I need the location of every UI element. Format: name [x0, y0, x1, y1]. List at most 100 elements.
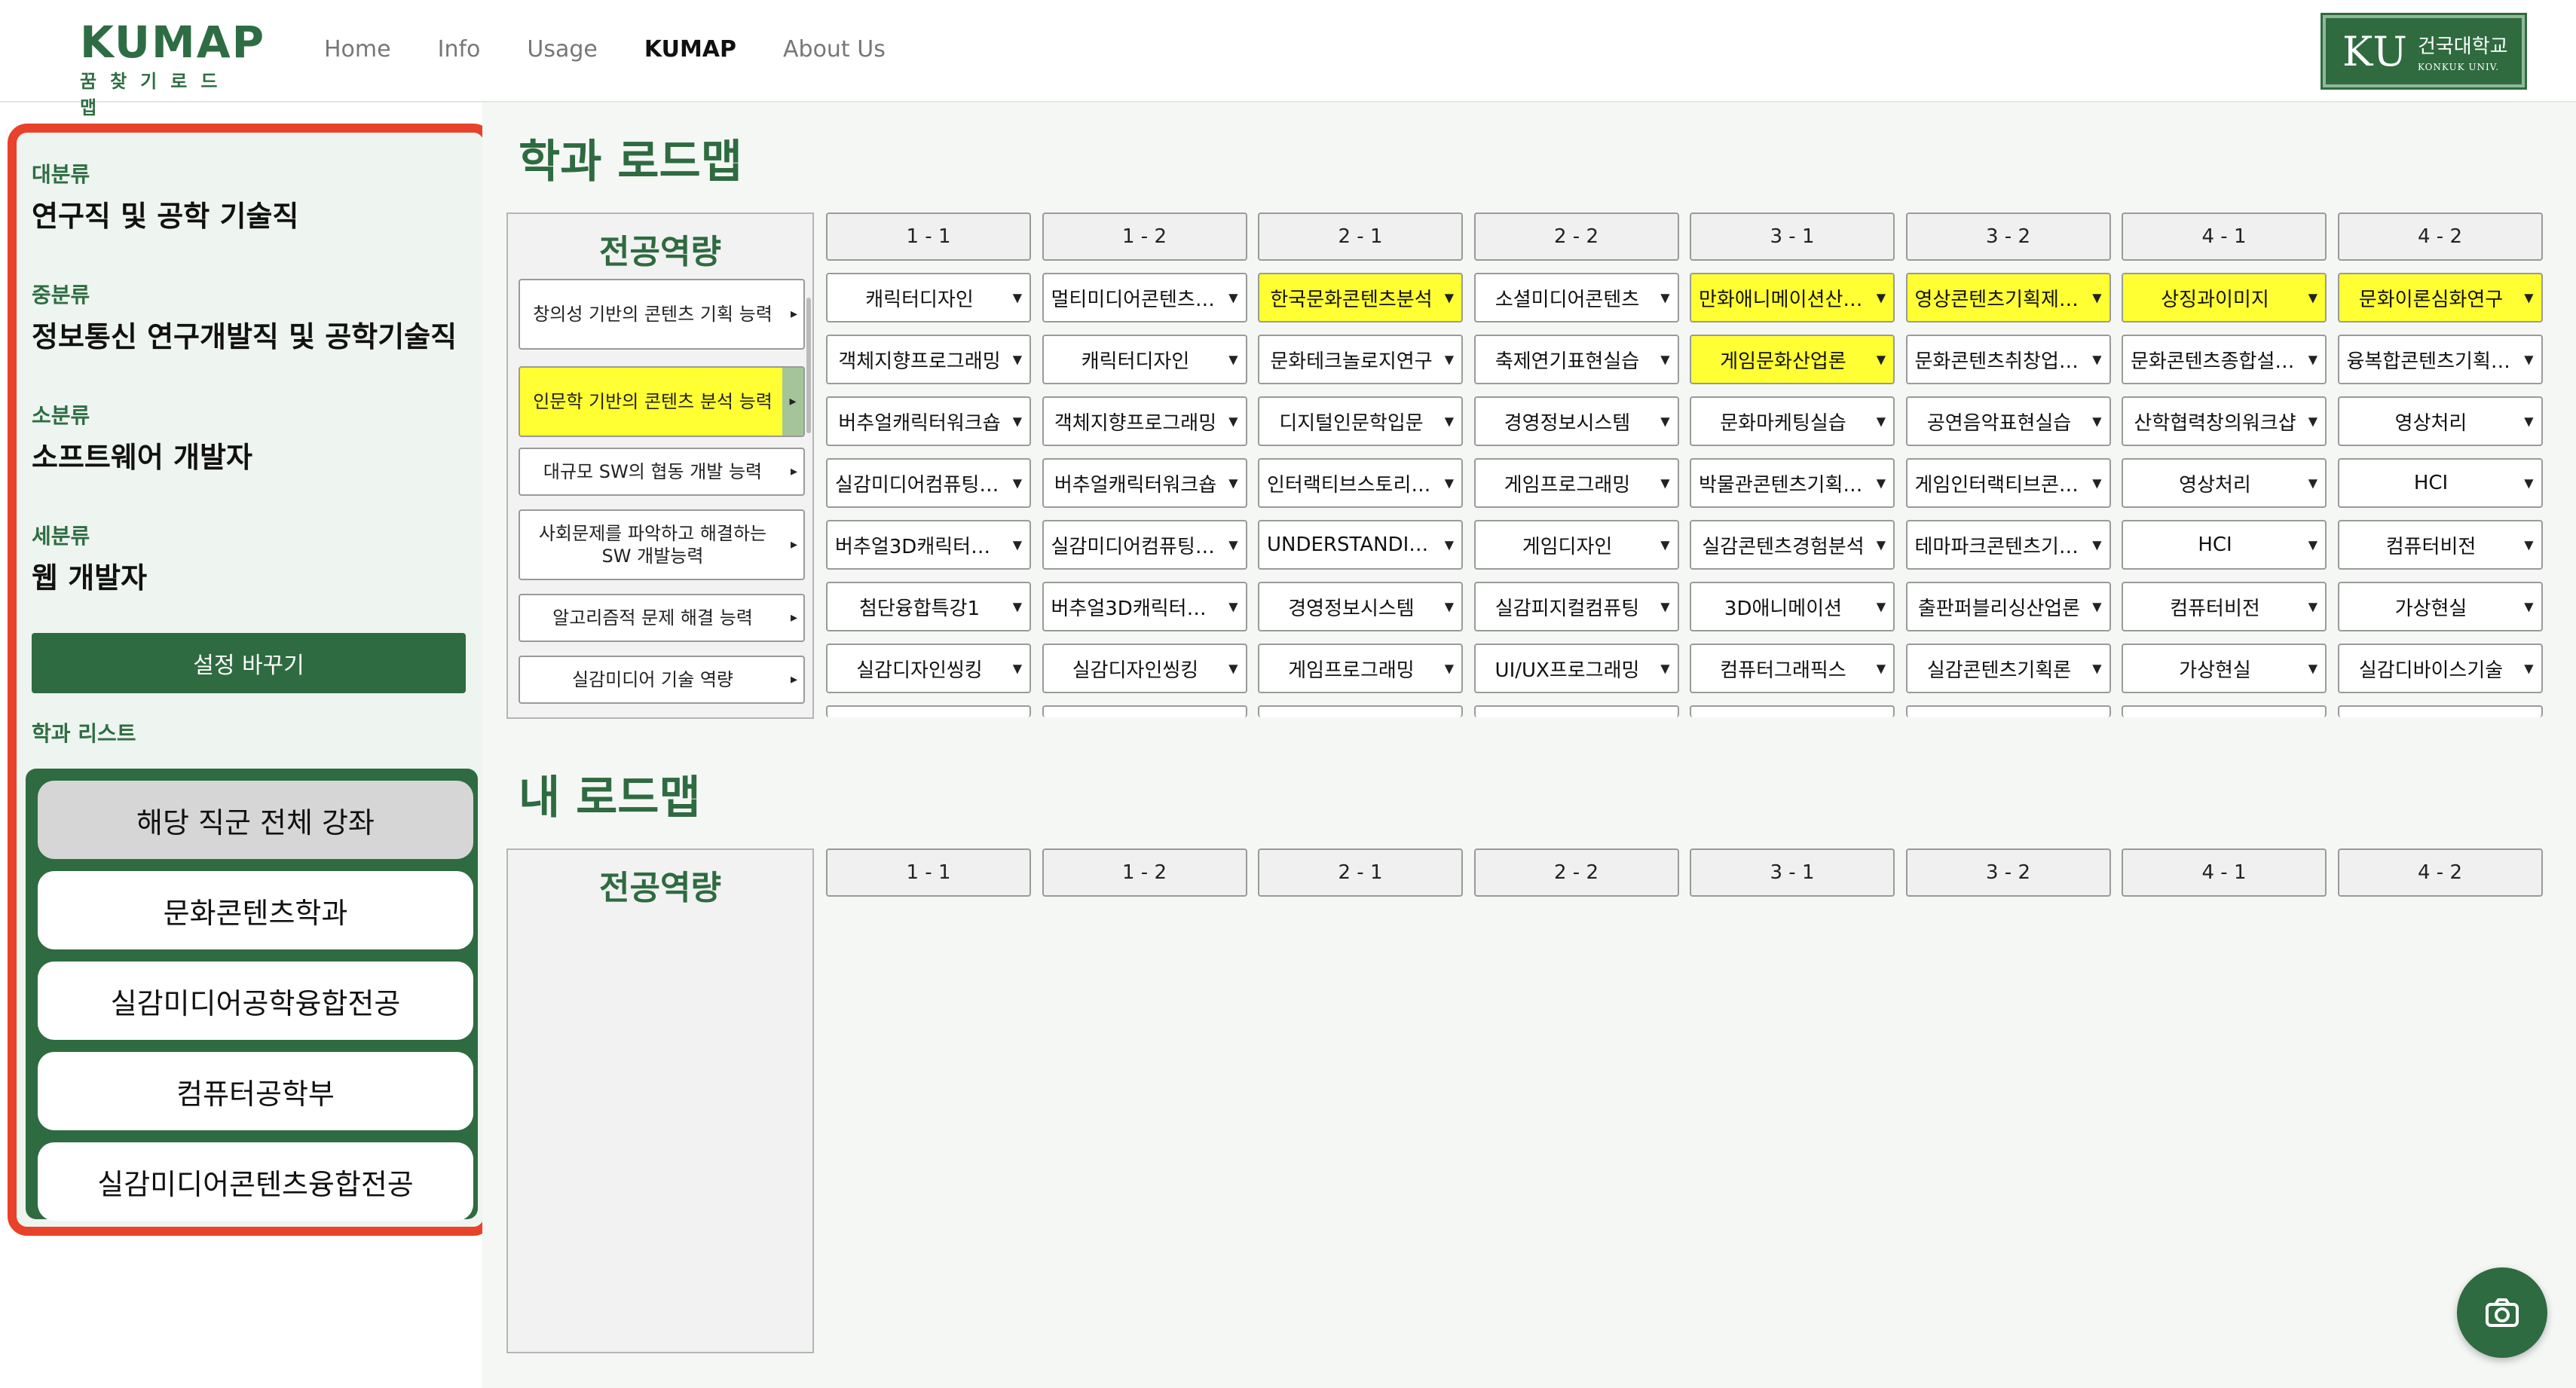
caret-down-icon: ▼ [1660, 290, 1670, 305]
course-dropdown[interactable]: 문화이론심화연구 ▼ [2337, 273, 2543, 323]
course-dropdown[interactable] [1258, 705, 1463, 717]
semester-header: 3 - 2 [1905, 212, 2111, 261]
course-dropdown[interactable]: 캐릭터디자인 ▼ [1042, 335, 1247, 384]
course-dropdown[interactable]: 실감피지컬컴퓨팅 ▼ [1473, 582, 1679, 631]
course-name: 영상처리 [2179, 473, 2251, 497]
course-dropdown[interactable]: 실감디자인씽킹 ▼ [826, 644, 1031, 693]
course-dropdown[interactable]: 객체지향프로그래밍 ▼ [1042, 396, 1247, 446]
course-dropdown[interactable]: 컴퓨터그래픽스 ▼ [1690, 644, 1895, 693]
course-dropdown[interactable] [2337, 705, 2543, 717]
course-dropdown[interactable]: 실감콘텐츠경험분석 ▼ [1690, 520, 1895, 570]
course-dropdown[interactable]: 공연음악표현실습 ▼ [1905, 396, 2111, 446]
change-settings-button[interactable]: 설정 바꾸기 [32, 633, 466, 693]
caret-down-icon: ▼ [2524, 352, 2534, 367]
course-dropdown[interactable]: 영상처리 ▼ [2122, 458, 2327, 508]
nav-about-us[interactable]: About Us [783, 33, 886, 66]
dept-item-immersive-media-eng[interactable]: 실감미디어공학융합전공 [38, 962, 473, 1040]
capability-item[interactable]: 창의성 기반의 콘텐츠 기획 능력 ▸ [519, 279, 805, 350]
course-name: 문화이론심화연구 [2358, 288, 2504, 311]
course-dropdown[interactable]: 게임디자인 ▼ [1473, 520, 1679, 570]
logo-subtitle: 꿈찾기로드맵 [80, 71, 231, 118]
course-dropdown[interactable]: 멀티미디어콘텐츠실습 ▼ [1042, 273, 1247, 323]
course-dropdown[interactable]: 버추얼3D캐릭터모… ▼ [826, 520, 1031, 570]
course-dropdown[interactable] [826, 705, 1031, 717]
course-dropdown[interactable]: 실감미디어컴퓨팅기초 ▼ [826, 458, 1031, 508]
course-dropdown[interactable]: 캐릭터디자인 ▼ [826, 273, 1031, 323]
course-dropdown[interactable]: 버추얼캐릭터워크숍 ▼ [1042, 458, 1247, 508]
capability-scrollbar[interactable] [806, 298, 811, 433]
course-dropdown[interactable]: 만화애니메이션산업론 ▼ [1690, 273, 1895, 323]
course-dropdown[interactable]: 게임인터랙티브콘텐… ▼ [1905, 458, 2111, 508]
course-dropdown[interactable]: 출판퍼블리싱산업론 ▼ [1905, 582, 2111, 631]
caret-down-icon: ▼ [2308, 537, 2317, 552]
dept-item-culture-contents[interactable]: 문화콘텐츠학과 [38, 871, 473, 949]
caret-down-icon: ▼ [1228, 475, 1238, 491]
logo-text: KUMAP [80, 17, 266, 68]
course-dropdown[interactable]: 컴퓨터비전 ▼ [2122, 582, 2327, 631]
course-dropdown[interactable]: 한국문화콘텐츠분석 ▼ [1258, 273, 1463, 323]
course-dropdown[interactable]: 가상현실 ▼ [2122, 644, 2327, 693]
course-dropdown[interactable]: 게임프로그래밍 ▼ [1473, 458, 1679, 508]
course-dropdown[interactable] [2122, 705, 2327, 717]
course-dropdown[interactable]: 가상현실 ▼ [2337, 582, 2543, 631]
nav-usage[interactable]: Usage [527, 33, 597, 66]
course-dropdown[interactable]: 3D애니메이션 ▼ [1690, 582, 1895, 631]
course-dropdown[interactable]: 융복합콘텐츠기획실습 ▼ [2337, 335, 2543, 384]
capability-item[interactable]: 사회문제를 파악하고 해결하는 SW 개발능력 ▸ [519, 509, 805, 580]
course-dropdown[interactable] [1905, 705, 2111, 717]
course-dropdown[interactable]: 문화콘텐츠종합설계… ▼ [2122, 335, 2327, 384]
course-name: 문화콘텐츠종합설계… [2131, 350, 2299, 373]
course-dropdown[interactable]: 객체지향프로그래밍 ▼ [826, 335, 1031, 384]
course-dropdown[interactable]: 인터랙티브스토리텔링 ▼ [1258, 458, 1463, 508]
course-dropdown[interactable]: 산학협력창의워크샵 ▼ [2122, 396, 2327, 446]
mid-category-label: 중분류 [32, 283, 90, 307]
dept-item-immersive-media-contents[interactable]: 실감미디어콘텐츠융합전공 [38, 1142, 473, 1221]
caret-down-icon: ▼ [2092, 661, 2102, 676]
course-dropdown[interactable] [1473, 705, 1679, 717]
course-dropdown[interactable]: 실감디자인씽킹 ▼ [1042, 644, 1247, 693]
course-dropdown[interactable]: 영상처리 ▼ [2337, 396, 2543, 446]
course-dropdown[interactable]: 문화테크놀로지연구 ▼ [1258, 335, 1463, 384]
course-dropdown[interactable]: 상징과이미지 ▼ [2122, 273, 2327, 323]
capability-item[interactable]: 알고리즘적 문제 해결 능력 ▸ [519, 594, 805, 642]
course-dropdown[interactable]: 실감콘텐츠기획론 ▼ [1905, 644, 2111, 693]
course-dropdown[interactable]: 문화마케팅실습 ▼ [1690, 396, 1895, 446]
course-dropdown[interactable]: UNDERSTANDING … ▼ [1258, 520, 1463, 570]
semester-header: 2 - 2 [1473, 848, 1679, 897]
course-dropdown[interactable]: 경영정보시스템 ▼ [1258, 582, 1463, 631]
course-dropdown[interactable]: HCI ▼ [2122, 520, 2327, 570]
course-name: 실감디자인씽킹 [856, 659, 983, 682]
course-dropdown[interactable]: 실감미디어컴퓨팅기초 ▼ [1042, 520, 1247, 570]
course-dropdown[interactable]: 컴퓨터비전 ▼ [2337, 520, 2543, 570]
course-dropdown[interactable]: 실감디바이스기술 ▼ [2337, 644, 2543, 693]
course-dropdown[interactable]: HCI ▼ [2337, 458, 2543, 508]
konkuk-logo[interactable]: KU 건국대학교 KONKUK UNIV. [2321, 13, 2527, 90]
dept-item-computer-eng[interactable]: 컴퓨터공학부 [38, 1052, 473, 1130]
course-dropdown[interactable] [1690, 705, 1895, 717]
course-dropdown[interactable]: 버추얼캐릭터워크숍 ▼ [826, 396, 1031, 446]
mid-category-value: 정보통신 연구개발직 및 공학기술직 [32, 320, 457, 353]
course-dropdown[interactable]: 테마파크콘텐츠기획… ▼ [1905, 520, 2111, 570]
course-dropdown[interactable]: 소셜미디어콘텐츠 ▼ [1473, 273, 1679, 323]
course-dropdown[interactable]: 영상콘텐츠기획제작… ▼ [1905, 273, 2111, 323]
capability-item-selected[interactable]: 인문학 기반의 콘텐츠 분석 능력 ▸ [519, 366, 805, 437]
dept-item-all-courses[interactable]: 해당 직군 전체 강좌 [38, 781, 473, 859]
course-dropdown[interactable]: 문화콘텐츠취창업실습 ▼ [1905, 335, 2111, 384]
nav-info[interactable]: Info [438, 33, 481, 66]
course-dropdown[interactable]: 게임프로그래밍 ▼ [1258, 644, 1463, 693]
course-dropdown[interactable]: 디지털인문학입문 ▼ [1258, 396, 1463, 446]
course-dropdown[interactable]: 게임문화산업론 ▼ [1690, 335, 1895, 384]
course-dropdown[interactable]: 경영정보시스템 ▼ [1473, 396, 1679, 446]
screenshot-button[interactable] [2457, 1267, 2547, 1358]
kumap-logo[interactable]: KUMAP 꿈찾기로드맵 [80, 17, 266, 118]
course-dropdown[interactable]: 첨단융합특강1 ▼ [826, 582, 1031, 631]
course-dropdown[interactable]: UI/UX프로그래밍 ▼ [1473, 644, 1679, 693]
course-dropdown[interactable]: 박물관콘텐츠기획실습 ▼ [1690, 458, 1895, 508]
course-dropdown[interactable] [1042, 705, 1247, 717]
capability-item[interactable]: 실감미디어 기술 역량 ▸ [519, 656, 805, 704]
nav-home[interactable]: Home [324, 33, 391, 66]
nav-kumap[interactable]: KUMAP [644, 33, 736, 66]
capability-item[interactable]: 대규모 SW의 협동 개발 능력 ▸ [519, 448, 805, 496]
course-dropdown[interactable]: 버추얼3D캐릭터모… ▼ [1042, 582, 1247, 631]
course-dropdown[interactable]: 축제연기표현실습 ▼ [1473, 335, 1679, 384]
